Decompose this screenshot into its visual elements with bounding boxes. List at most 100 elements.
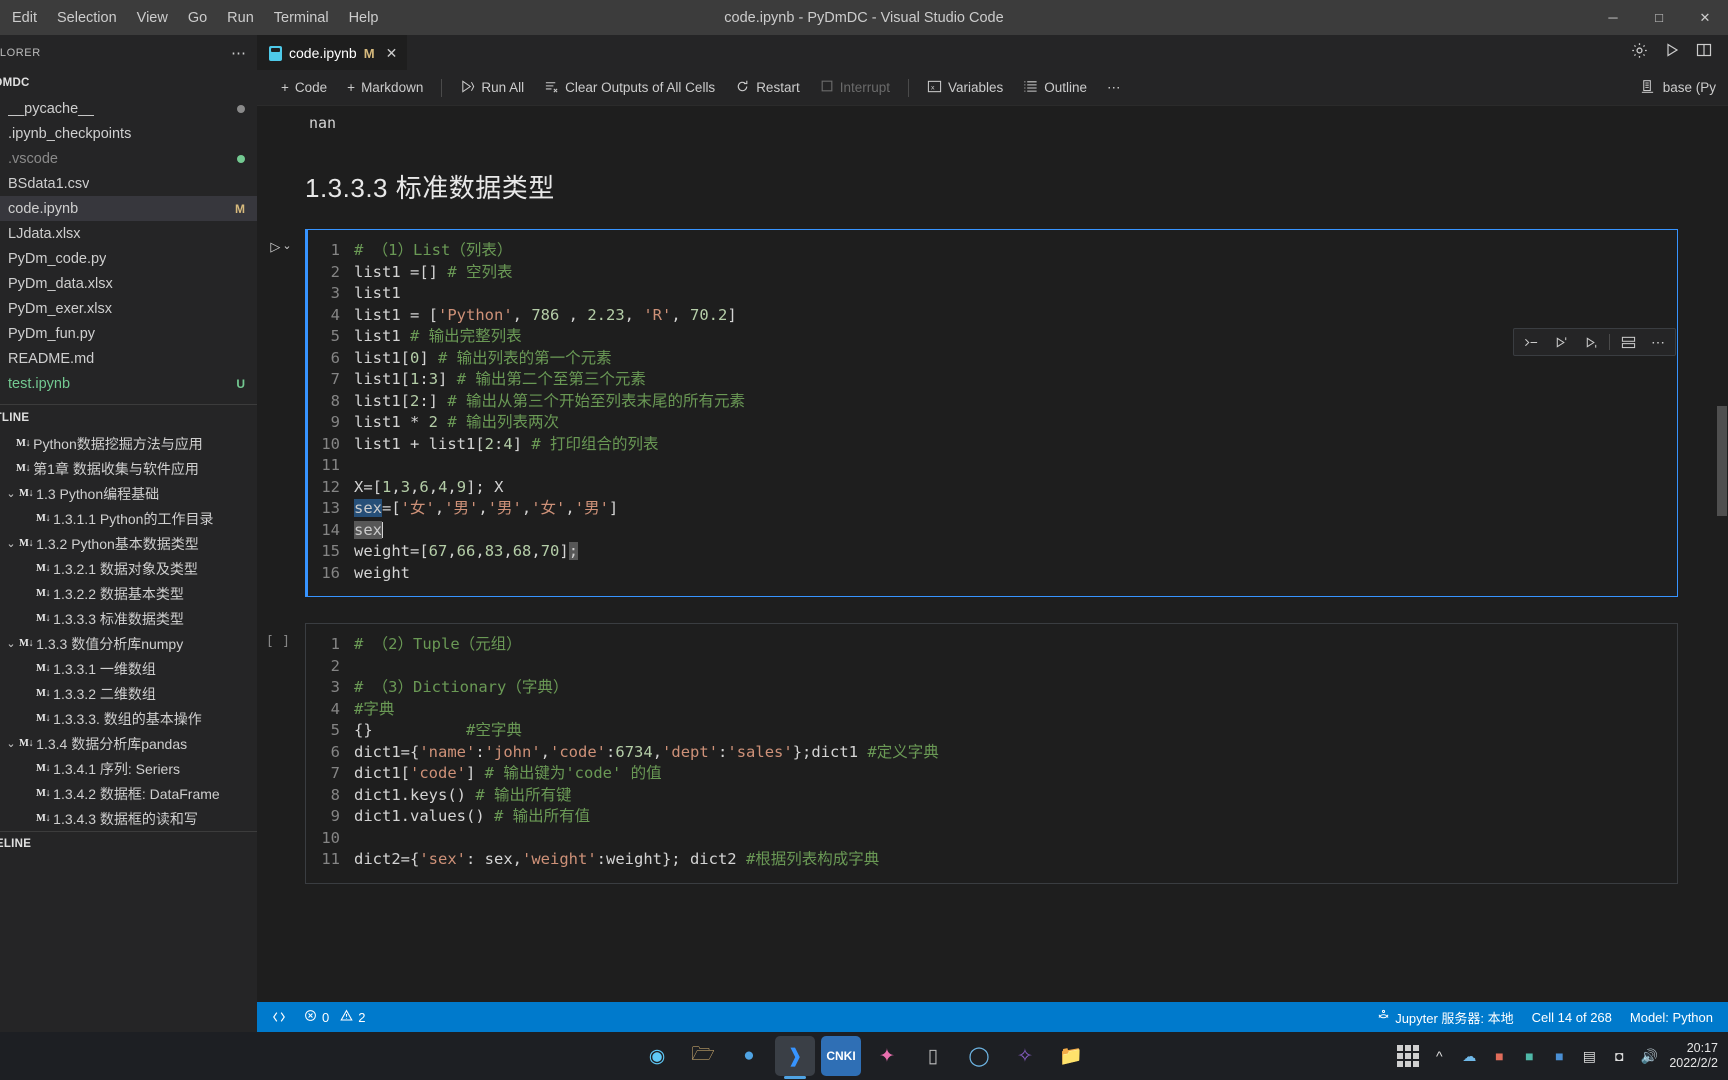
onedrive-icon[interactable]: ☁ [1459,1046,1479,1066]
code-line[interactable]: 8 list1[2:] # 输出从第三个开始至列表末尾的所有元素 [306,391,1677,413]
code-line[interactable]: 15 weight=[67,66,83,68,70]; [306,541,1677,563]
terminal-icon[interactable]: ▯ [913,1036,953,1076]
minimize-icon[interactable]: ─ [1590,0,1636,35]
code-line[interactable]: 4 list1 = ['Python', 786 , 2.23, 'R', 70.… [306,305,1677,327]
file-item[interactable]: code.ipynb M [0,196,257,221]
markdown-heading[interactable]: 1.3.3.3 标准数据类型 [257,132,1728,229]
explorer-more-icon[interactable]: ⋯ [231,44,247,62]
code-line[interactable]: 14 sex [306,520,1677,542]
outline-item[interactable]: M↓ 1.3.2.2 数据基本类型 [0,581,257,606]
code-cell-editor[interactable]: 1 # （2）Tuple（元组） 2 3 # （3）Dictionary（字典） 4 #字典… [305,623,1678,884]
outline-item[interactable]: M↓ 1.3.4.3 数据框的读和写 [0,806,257,831]
outline-item[interactable]: M↓ 1.3.3.3. 数组的基本操作 [0,706,257,731]
kernel-selector[interactable]: base (Py [1640,79,1728,97]
code-line[interactable]: 5 list1 # 输出完整列表 [306,326,1677,348]
code-line[interactable]: 6 list1[0] # 输出列表的第一个元素 [306,348,1677,370]
outline-item[interactable]: M↓ 1.3.2.1 数据对象及类型 [0,556,257,581]
browser-blue-icon[interactable]: ◯ [959,1036,999,1076]
chevron-down-icon[interactable]: ⌄ [3,537,19,550]
cell-hover-toolbar[interactable]: ⋯ [1513,328,1676,356]
file-item[interactable]: PyDm_code.py [0,246,257,271]
file-item[interactable]: .vscode [0,146,257,171]
clear-outputs-button[interactable]: Clear Outputs of All Cells [534,76,725,100]
code-line[interactable]: 11 dict2={'sex': sex,'weight':weight}; di… [306,849,1677,871]
kernel-model-indicator[interactable]: Model: Python [1621,1002,1722,1032]
volume-icon[interactable]: 🔊 [1639,1046,1659,1066]
code-line[interactable]: 9 dict1.values() # 输出所有值 [306,806,1677,828]
file-item[interactable]: .ipynb_checkpoints [0,121,257,146]
outline-button[interactable]: Outline [1013,76,1097,100]
menu-item-go[interactable]: Go [178,6,217,30]
tab-close-icon[interactable]: ✕ [386,45,398,62]
outline-item[interactable]: ⌄ M↓ 1.3 Python编程基础 [0,481,257,506]
outline-item[interactable]: M↓ 1.3.3.2 二维数组 [0,681,257,706]
code-line[interactable]: 16 weight [306,563,1677,585]
code-line[interactable]: 1 # （1）List（列表） [306,240,1677,262]
notebook-body[interactable]: nan 1.3.3.3 标准数据类型 ▷ ⌄ 1 # （1）List（列表） 2 li… [257,106,1728,1002]
cell-position-indicator[interactable]: Cell 14 of 268 [1523,1002,1621,1032]
outline-item[interactable]: M↓ 1.3.3.1 一维数组 [0,656,257,681]
file-item[interactable]: PyDm_data.xlsx [0,271,257,296]
menu-item-run[interactable]: Run [217,6,264,30]
foxit-icon[interactable]: ✧ [1005,1036,1045,1076]
maximize-icon[interactable]: □ [1636,0,1682,35]
app-teal-icon[interactable]: ■ [1519,1046,1539,1066]
menu-item-selection[interactable]: Selection [47,6,127,30]
file-item[interactable]: LJdata.xlsx [0,221,257,246]
run-above-icon[interactable] [1546,329,1576,355]
file-item[interactable]: test.ipynb U [0,371,257,396]
cell-run-gutter[interactable] [257,623,305,884]
tab-code-ipynb[interactable]: code.ipynb M ✕ [257,35,408,70]
taskbar-clock[interactable]: 20:17 2022/2/2 [1669,1041,1718,1071]
scrollbar-thumb[interactable] [1717,406,1727,516]
run-all-button[interactable]: Run All [450,76,534,100]
notebook-scrollbar[interactable] [1714,106,1728,1002]
file-item[interactable]: PyDm_fun.py [0,321,257,346]
code-line[interactable]: 8 dict1.keys() # 输出所有键 [306,785,1677,807]
chevron-down-icon[interactable]: ⌄ [3,487,19,500]
split-cell-icon[interactable] [1613,329,1643,355]
code-line[interactable]: 5 {} #空字典 [306,720,1677,742]
menu-item-help[interactable]: Help [339,6,389,30]
code-line[interactable]: 11 [306,455,1677,477]
code-line[interactable]: 1 # （2）Tuple（元组） [306,634,1677,656]
code-line[interactable]: 10 list1 + list1[2:4] # 打印组合的列表 [306,434,1677,456]
run-by-line-icon[interactable] [1516,329,1546,355]
outline-item[interactable]: M↓ 1.3.3.3 标准数据类型 [0,606,257,631]
outline-item[interactable]: ⌄ M↓ 1.3.2 Python基本数据类型 [0,531,257,556]
run-cell-icon[interactable] [1664,42,1680,63]
settings-gear-icon[interactable] [1631,42,1648,64]
outline-item[interactable]: M↓ 1.3.1.1 Python的工作目录 [0,506,257,531]
close-icon[interactable]: ✕ [1682,0,1728,35]
app-red-icon[interactable]: ■ [1489,1046,1509,1066]
code-line[interactable]: 6 dict1={'name':'john','code':6734,'dept'… [306,742,1677,764]
file-item[interactable]: BSdata1.csv [0,171,257,196]
code-line[interactable]: 13 sex=['女','男','男','女','男'] [306,498,1677,520]
app-blue-icon[interactable]: ■ [1549,1046,1569,1066]
code-line[interactable]: 4 #字典 [306,699,1677,721]
add-markdown-cell-button[interactable]: + Markdown [337,77,433,98]
edge-dev-icon[interactable]: ◉ [637,1036,677,1076]
outline-item[interactable]: ⌄ M↓ 1.3.4 数据分析库pandas [0,731,257,756]
code-line[interactable]: 2 list1 =[] # 空列表 [306,262,1677,284]
variables-button[interactable]: x Variables [917,76,1013,100]
outline-item[interactable]: M↓ Python数据挖掘方法与应用 [0,431,257,456]
code-line[interactable]: 7 list1[1:3] # 输出第二个至第三个元素 [306,369,1677,391]
menu-item-edit[interactable]: Edit [2,6,47,30]
outline-section-title[interactable]: UTLINE [0,405,257,431]
run-cell-icon[interactable]: ▷ [270,239,280,255]
run-below-icon[interactable] [1576,329,1606,355]
outline-item[interactable]: M↓ 1.3.4.1 序列: Seriers [0,756,257,781]
restart-kernel-button[interactable]: Restart [725,76,810,100]
remote-indicator[interactable] [263,1002,295,1032]
code-cell-editor[interactable]: 1 # （1）List（列表） 2 list1 =[] # 空列表 3 list1 4 lis… [305,229,1678,597]
chevron-down-icon[interactable]: ⌄ [3,737,19,750]
vscode-icon[interactable]: ❱ [775,1036,815,1076]
menu-item-terminal[interactable]: Terminal [264,6,339,30]
problems-indicator[interactable]: 0 2 [295,1002,374,1032]
files-icon[interactable]: 📁 [1051,1036,1091,1076]
chevron-down-icon[interactable]: ⌄ [3,637,19,650]
jupyter-server-status[interactable]: Jupyter 服务器: 本地 [1368,1002,1522,1032]
menu-item-view[interactable]: View [127,6,178,30]
code-line[interactable]: 10 [306,828,1677,850]
